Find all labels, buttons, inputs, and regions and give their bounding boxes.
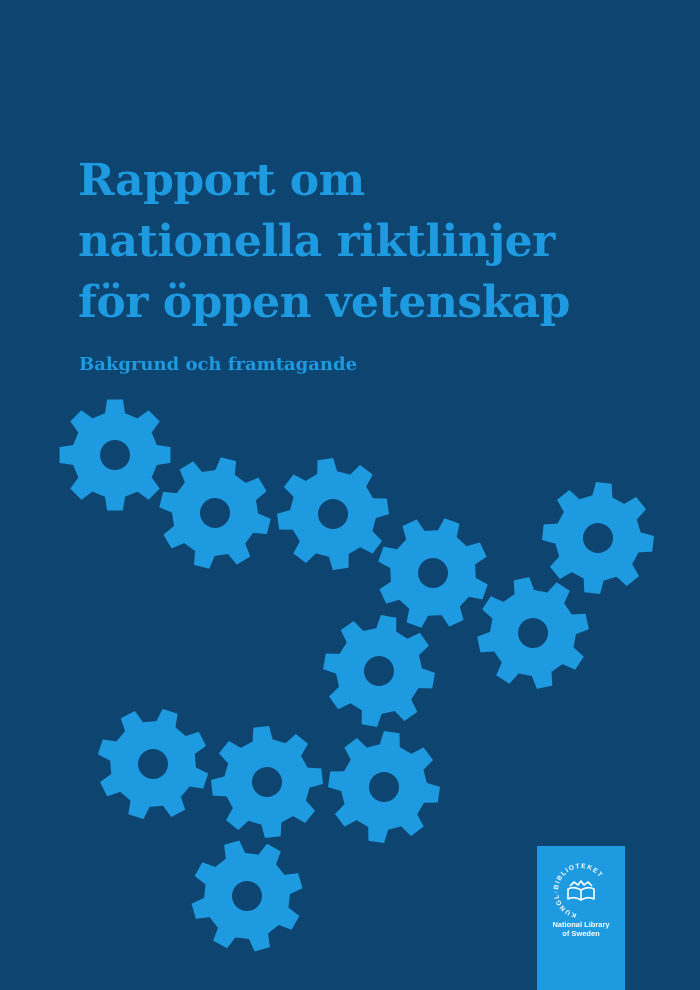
gear-icon [277, 458, 389, 570]
gears-illustration [59, 399, 654, 952]
gear-3 [277, 458, 389, 570]
gear-9 [211, 726, 323, 838]
gear-10 [328, 731, 440, 843]
open-book-crown-icon [567, 880, 595, 901]
gear-7 [323, 615, 435, 727]
gear-6 [477, 577, 589, 689]
library-name-line-2: of Sweden [562, 929, 600, 938]
gear-2 [159, 457, 271, 569]
library-name: National Library of Sweden [537, 920, 625, 938]
gear-icon [59, 399, 171, 511]
gear-1 [59, 399, 171, 511]
gear-icon [97, 708, 209, 820]
gear-8 [97, 708, 209, 820]
gear-icon [191, 840, 303, 952]
gear-11 [191, 840, 303, 952]
library-name-line-1: National Library [552, 920, 610, 929]
gear-5 [542, 482, 654, 594]
gear-icon [211, 726, 323, 838]
gear-icon [328, 731, 440, 843]
national-library-logo: KUNGL·BIBLIOTEKET National Library of Sw… [537, 846, 625, 990]
gear-icon [159, 457, 271, 569]
seal-text: KUNGL·BIBLIOTEKET [553, 863, 603, 919]
gear-icon [477, 577, 589, 689]
report-cover: Rapport om nationella riktlinjer för öpp… [0, 0, 700, 990]
library-seal-icon: KUNGL·BIBLIOTEKET [553, 863, 604, 919]
svg-text:KUNGL·BIBLIOTEKET: KUNGL·BIBLIOTEKET [553, 863, 604, 919]
gear-icon [323, 615, 435, 727]
gear-icon [542, 482, 654, 594]
